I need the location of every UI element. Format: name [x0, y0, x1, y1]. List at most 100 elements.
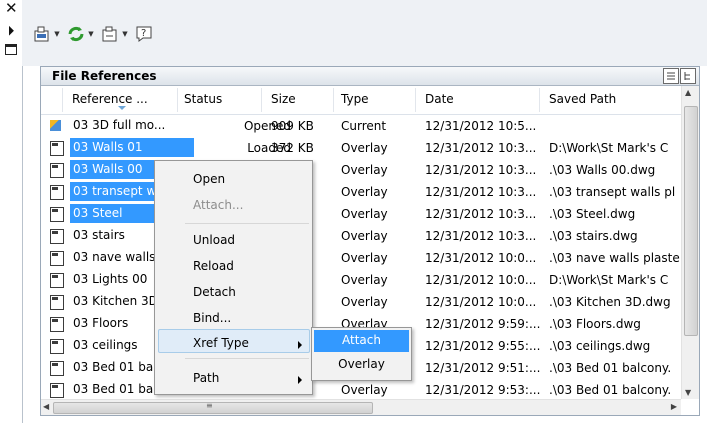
- date-cell: 12/31/2012 10:3...: [425, 185, 537, 199]
- scroll-right-arrow-icon[interactable]: ▶: [671, 402, 677, 411]
- change-path-dropdown-caret[interactable]: ▼: [121, 23, 129, 45]
- type-cell: Overlay: [341, 251, 388, 265]
- menu-item-xref-type[interactable]: Xref Type: [193, 336, 249, 350]
- date-cell: 12/31/2012 9:51:...: [425, 361, 541, 375]
- change-path-button[interactable]: [99, 23, 121, 45]
- palette-side-strip: ✕ ⏵: [0, 0, 23, 423]
- refresh-button[interactable]: [65, 23, 87, 45]
- attach-dwg-icon: [34, 26, 49, 42]
- date-cell: 12/31/2012 9:55:...: [425, 339, 541, 353]
- date-cell: 12/31/2012 10:0...: [425, 251, 537, 265]
- column-header-type[interactable]: Type: [341, 92, 369, 106]
- type-cell: Overlay: [341, 141, 388, 155]
- type-cell: Overlay: [341, 295, 388, 309]
- date-cell: 12/31/2012 10:5...: [425, 119, 537, 133]
- help-button[interactable]: ?: [133, 23, 155, 45]
- column-header-date[interactable]: Date: [425, 92, 454, 106]
- menu-item-path[interactable]: Path: [193, 371, 219, 385]
- reference-name: 03 3D full mo...: [73, 118, 166, 132]
- refresh-dropdown-caret[interactable]: ▼: [87, 23, 95, 45]
- menu-separator: [185, 223, 309, 224]
- refresh-icon: [68, 26, 84, 42]
- horizontal-scrollbar[interactable]: ◀ ≡ ▶: [41, 399, 681, 415]
- date-cell: 12/31/2012 10:3...: [425, 229, 537, 243]
- menu-item-open[interactable]: Open: [193, 172, 225, 186]
- vertical-scroll-thumb[interactable]: [684, 106, 698, 336]
- date-cell: 12/31/2012 10:3...: [425, 207, 537, 221]
- date-cell: 12/31/2012 10:3...: [425, 141, 537, 155]
- dwg-xref-icon: [50, 207, 64, 222]
- table-row[interactable]: 03 Walls 00 Overlay 12/31/2012 10:3... .\03…: [41, 159, 681, 181]
- dwg-xref-icon: [50, 383, 64, 398]
- column-header-saved-path[interactable]: Saved Path: [549, 92, 616, 106]
- list-view-icon[interactable]: [663, 68, 679, 84]
- scroll-up-arrow-icon[interactable]: ▲: [685, 88, 691, 97]
- dwg-xref-icon: [50, 317, 64, 332]
- table-row[interactable]: 03 transept w Overlay 12/31/2012 10:3... .\…: [41, 181, 681, 203]
- close-icon[interactable]: ✕: [5, 1, 18, 16]
- table-row[interactable]: 03 3D full mo... Opened 909 KB Current 12/31…: [41, 115, 681, 137]
- column-header-row: Reference ... Status Size Type Date Save…: [41, 86, 681, 115]
- menu-separator: [185, 358, 309, 359]
- saved-path-cell: .\03 Steel.dwg: [549, 207, 636, 221]
- context-menu: Open Attach... Unload Reload Detach Bind…: [154, 160, 313, 395]
- dwg-xref-icon: [50, 273, 64, 288]
- tree-view-icon[interactable]: [680, 68, 696, 84]
- column-header-reference[interactable]: Reference ...: [72, 92, 148, 106]
- menu-item-detach[interactable]: Detach: [193, 285, 236, 299]
- dwg-xref-icon: [50, 295, 64, 310]
- size-cell: 372 KB: [271, 141, 314, 155]
- type-cell: Overlay: [341, 229, 388, 243]
- table-row[interactable]: 03 Steel Overlay 12/31/2012 10:3... .\03 St…: [41, 203, 681, 225]
- submenu-arrow-icon: [298, 341, 302, 349]
- scroll-left-arrow-icon[interactable]: ◀: [43, 402, 49, 411]
- toolbar: ▼ ▼ ▼ ?: [22, 0, 707, 66]
- vertical-scrollbar[interactable]: ▲ ▼: [681, 86, 699, 399]
- saved-path-cell: .\03 Kitchen 3D.dwg: [549, 295, 671, 309]
- table-row[interactable]: 03 Bed 01 bal... Overlay 12/31/2012 9:53:.…: [41, 379, 681, 399]
- saved-path-cell: D:\Work\St Mark's C: [549, 273, 669, 287]
- saved-path-cell: .\03 Floors.dwg: [549, 317, 641, 331]
- menu-item-unload[interactable]: Unload: [193, 233, 235, 247]
- table-row[interactable]: 03 Walls 01 Loaded 372 KB Overlay 12/31/2012…: [41, 137, 681, 159]
- date-cell: 12/31/2012 9:53:...: [425, 383, 541, 397]
- sort-arrow-icon: [118, 106, 126, 110]
- properties-icon[interactable]: [5, 44, 17, 56]
- table-row[interactable]: 03 Kitchen 3D Overlay 12/31/2012 10:0... .\…: [41, 291, 681, 313]
- table-row[interactable]: 03 stairs Overlay 12/31/2012 10:3... .\03 s…: [41, 225, 681, 247]
- attach-dropdown-caret[interactable]: ▼: [53, 23, 61, 45]
- horizontal-scroll-thumb[interactable]: [53, 402, 373, 414]
- saved-path-cell: .\03 ceilings.dwg: [549, 339, 651, 353]
- column-header-status[interactable]: Status: [184, 92, 222, 106]
- column-header-size[interactable]: Size: [271, 92, 296, 106]
- submenu-arrow-icon: [298, 376, 302, 384]
- svg-text:?: ?: [141, 28, 146, 39]
- submenu-item-attach[interactable]: Attach: [312, 333, 411, 347]
- type-cell: Overlay: [341, 273, 388, 287]
- scroll-down-arrow-icon[interactable]: ▼: [685, 388, 691, 397]
- table-row[interactable]: 03 Lights 00 Overlay 12/31/2012 10:0... D:\…: [41, 269, 681, 291]
- auto-hide-icon[interactable]: ⏵: [5, 25, 17, 37]
- xref-type-submenu: Attach Overlay: [311, 327, 412, 381]
- date-cell: 12/31/2012 10:0...: [425, 273, 537, 287]
- type-cell: Overlay: [341, 383, 388, 397]
- table-row[interactable]: 03 nave walls Overlay 12/31/2012 10:0... .\…: [41, 247, 681, 269]
- type-cell: Overlay: [341, 163, 388, 177]
- saved-path-cell: .\03 nave walls plaste: [549, 251, 680, 265]
- saved-path-cell: .\03 Bed 01 balcony.: [549, 383, 672, 397]
- change-path-icon: [102, 26, 117, 42]
- date-cell: 12/31/2012 10:0...: [425, 295, 537, 309]
- panel-title-bar: File References: [41, 67, 699, 86]
- attach-dwg-button[interactable]: [31, 23, 53, 45]
- menu-item-bind[interactable]: Bind...: [193, 311, 231, 325]
- menu-item-reload[interactable]: Reload: [193, 259, 234, 273]
- scroll-grip-icon: ≡: [206, 401, 213, 410]
- panel-title: File References: [52, 69, 157, 83]
- current-drawing-icon: [50, 119, 62, 132]
- dwg-xref-icon: [50, 361, 64, 376]
- dwg-xref-icon: [50, 141, 64, 156]
- date-cell: 12/31/2012 10:3...: [425, 163, 537, 177]
- type-cell: Overlay: [341, 185, 388, 199]
- submenu-item-overlay[interactable]: Overlay: [312, 357, 411, 371]
- dwg-xref-icon: [50, 339, 64, 354]
